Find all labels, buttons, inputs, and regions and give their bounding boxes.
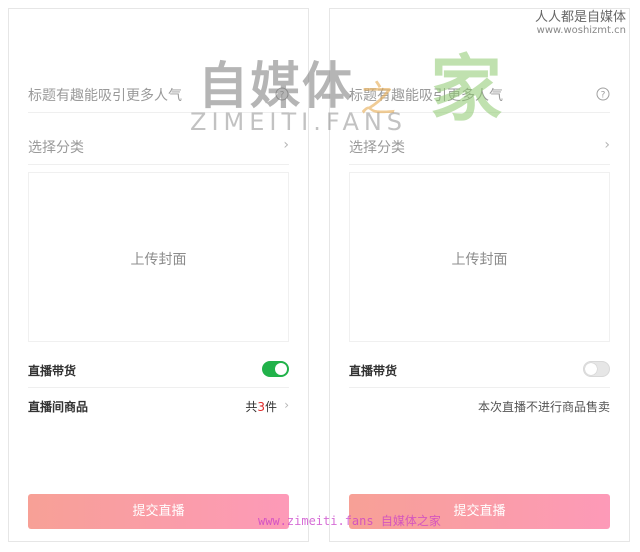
chevron-right-icon: ›: [283, 137, 289, 153]
live-sale-toggle[interactable]: [262, 361, 289, 377]
title-placeholder: 标题有趣能吸引更多人气: [28, 88, 182, 104]
goods-count: 共3件: [245, 398, 277, 415]
category-label: 选择分类: [28, 140, 84, 156]
upload-cover-label: 上传封面: [130, 252, 187, 268]
live-goods-label: 直播间商品: [28, 400, 89, 414]
watermark-home: 家: [430, 47, 503, 131]
live-sale-row: 直播带货: [349, 356, 610, 388]
chevron-right-icon: ›: [284, 398, 289, 412]
watermark-sub: ZIMEITI.FANS: [190, 108, 408, 136]
live-sale-toggle[interactable]: [583, 361, 610, 377]
live-sale-label: 直播带货: [28, 364, 77, 378]
no-sale-note: 本次直播不进行商品售卖: [477, 400, 610, 414]
category-select[interactable]: 选择分类 ›: [28, 131, 289, 165]
no-sale-row: 本次直播不进行商品售卖: [349, 394, 610, 424]
submit-live-button[interactable]: 提交直播: [28, 494, 289, 529]
category-label: 选择分类: [349, 140, 405, 156]
category-select[interactable]: 选择分类 ›: [349, 131, 610, 165]
watermark-corner-url: www.woshizmt.cn: [536, 25, 626, 36]
watermark-corner: 人人都是自媒体 www.woshizmt.cn: [535, 6, 626, 36]
goods-count-suffix: 件: [264, 400, 277, 414]
live-goods-row[interactable]: 直播间商品 共3件 ›: [28, 394, 289, 424]
chevron-right-icon: ›: [604, 137, 610, 153]
upload-cover-button[interactable]: 上传封面: [28, 172, 289, 342]
watermark-bottom: www.zimeiti.fans 自媒体之家: [258, 514, 441, 528]
live-sale-row: 直播带货: [28, 356, 289, 388]
upload-cover-button[interactable]: 上传封面: [349, 172, 610, 342]
live-sale-label: 直播带货: [349, 364, 398, 378]
goods-count-prefix: 共: [245, 400, 258, 414]
toggle-knob: [275, 363, 287, 375]
goods-count-number: 3: [257, 400, 265, 414]
upload-cover-label: 上传封面: [451, 252, 508, 268]
help-icon[interactable]: ?: [596, 87, 610, 101]
watermark-corner-title: 人人都是自媒体: [534, 10, 626, 25]
toggle-knob: [585, 363, 597, 375]
svg-text:?: ?: [601, 91, 606, 101]
